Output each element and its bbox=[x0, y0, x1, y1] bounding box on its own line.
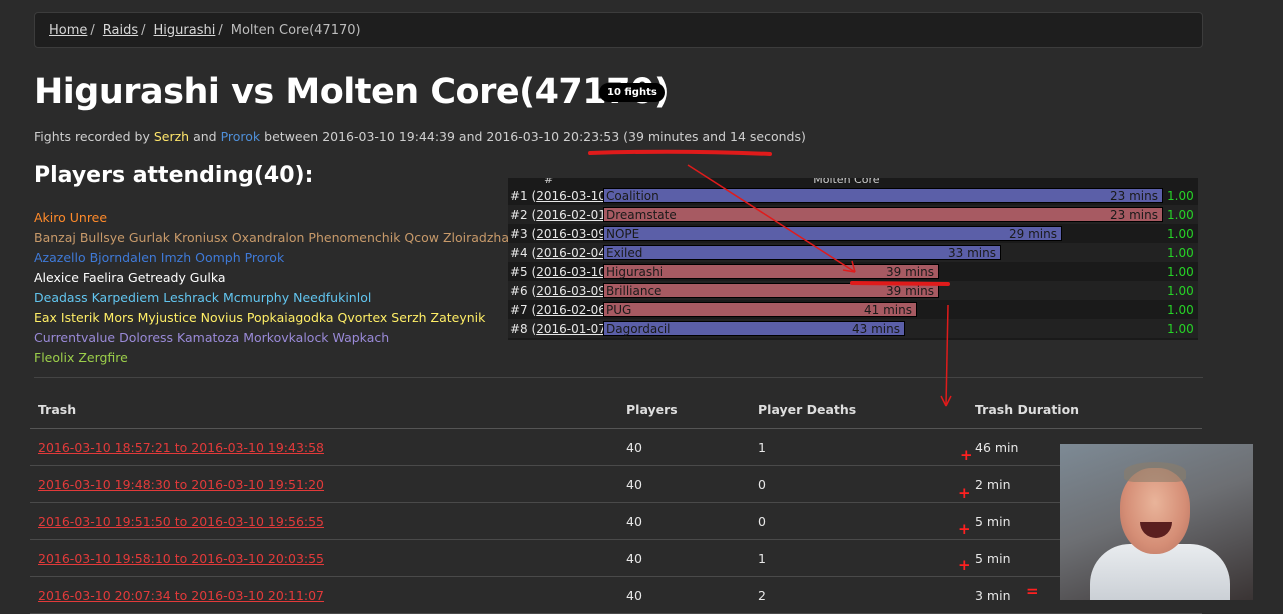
annotation-mark: + bbox=[958, 484, 971, 502]
meme-photo bbox=[1060, 444, 1253, 600]
photo-hair bbox=[1124, 462, 1186, 482]
annotation-mark: = bbox=[1026, 582, 1039, 600]
annotation-mark: + bbox=[960, 446, 973, 464]
annotation-mark: + bbox=[958, 556, 971, 574]
annotation-mark: + bbox=[958, 520, 971, 538]
annotation-arrow-down bbox=[945, 304, 949, 407]
annotation-arrow-diagonal bbox=[687, 164, 856, 273]
annotation-underline-row5 bbox=[850, 281, 950, 286]
annotation-underline bbox=[588, 149, 772, 156]
